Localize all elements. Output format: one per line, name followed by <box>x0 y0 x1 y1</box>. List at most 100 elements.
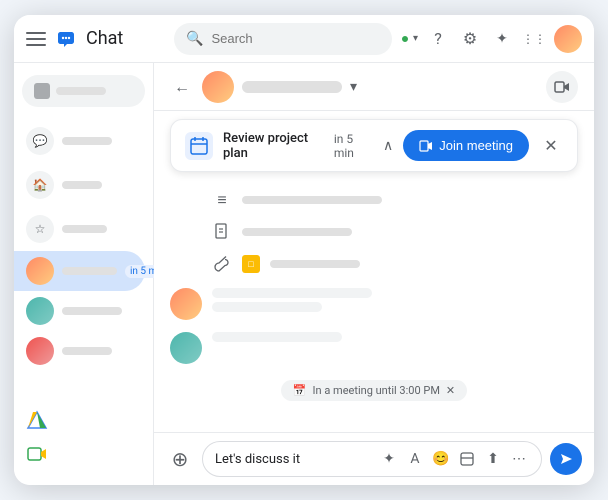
sidebar-item-spaces[interactable]: 🏠 <box>14 163 153 207</box>
top-bar-left: Chat <box>26 27 166 51</box>
upload-icon[interactable]: ⬆ <box>483 449 503 469</box>
chat-area: ← ▾ Review project plan in 5 min <box>154 63 594 485</box>
grid-icon[interactable]: ⋮⋮ <box>522 27 546 51</box>
message-bubble-1b <box>212 302 322 312</box>
file-messages: ≡ □ <box>170 188 578 276</box>
document-icon <box>212 222 232 242</box>
sidebar-avatar-2 <box>26 297 54 325</box>
search-icon: 🔍 <box>186 31 203 47</box>
file-row-2 <box>212 220 578 244</box>
meeting-title: Review project plan <box>223 131 328 161</box>
sidebar: 💬 🏠 ☆ in 5 min ▶ <box>14 63 154 485</box>
meeting-calendar-icon <box>185 132 213 160</box>
message-content-1 <box>212 288 578 312</box>
sidebar-item-active-chat[interactable]: in 5 min ▶ <box>14 251 145 291</box>
more-options-icon[interactable]: ⋯ <box>509 449 529 469</box>
sidebar-chat-label <box>62 137 112 145</box>
send-button[interactable] <box>550 443 582 475</box>
message-input-area: Let's discuss it ✦ A 😊 ⬆ ⋯ <box>202 441 542 477</box>
sidebar-chat-name-2 <box>62 307 122 315</box>
spaces-icon: 🏠 <box>26 171 54 199</box>
help-icon[interactable]: ? <box>426 27 450 51</box>
top-bar: Chat 🔍 ▾ ? ⚙ ✦ ⋮⋮ <box>14 15 594 63</box>
sparkle-icon[interactable]: ✦ <box>490 27 514 51</box>
message-input-text[interactable]: Let's discuss it <box>215 452 371 467</box>
meeting-badge-close[interactable]: ✕ <box>446 384 455 397</box>
chat-header-right <box>546 71 578 103</box>
back-button[interactable]: ← <box>170 75 194 99</box>
drive-icon <box>26 409 48 431</box>
meeting-status-badge: 📅 In a meeting until 3:00 PM ✕ <box>281 380 467 401</box>
user-avatar[interactable] <box>554 25 582 53</box>
sidebar-meet-icon[interactable] <box>26 439 141 469</box>
meeting-text: Review project plan in 5 min <box>223 131 373 161</box>
add-attachment-button[interactable]: ⊕ <box>166 445 194 473</box>
google-chat-logo <box>54 27 78 51</box>
messages-area: ≡ □ <box>154 180 594 432</box>
message-bubble-2a <box>212 332 342 342</box>
sidebar-item-chat-3[interactable] <box>14 331 145 371</box>
message-bubble-1a <box>212 288 372 298</box>
compose-label <box>56 87 106 95</box>
input-bar: ⊕ Let's discuss it ✦ A 😊 ⬆ ⋯ <box>154 432 594 485</box>
status-chevron: ▾ <box>413 33 418 44</box>
chat-header-name <box>242 81 342 93</box>
sidebar-avatar-3 <box>26 337 54 365</box>
file-row-3: □ <box>212 252 578 276</box>
file-bar-1 <box>242 196 382 204</box>
sidebar-item-chat[interactable]: 💬 <box>14 119 153 163</box>
sidebar-bottom-icons <box>14 397 153 477</box>
message-content-2 <box>212 332 578 342</box>
join-meeting-button[interactable]: Join meeting <box>403 130 529 161</box>
expand-icon[interactable]: ∧ <box>383 138 393 154</box>
video-call-button[interactable] <box>546 71 578 103</box>
status-dot <box>400 34 410 44</box>
chat-bubble-icon: 💬 <box>26 127 54 155</box>
meeting-close-button[interactable]: ✕ <box>539 134 563 158</box>
meeting-notification: Review project plan in 5 min ∧ Join meet… <box>170 119 578 172</box>
sparkle-input-icon[interactable]: ✦ <box>379 449 399 469</box>
sidebar-starred-label <box>62 225 107 233</box>
format-text-icon[interactable]: A <box>405 449 425 469</box>
hamburger-menu-icon[interactable] <box>26 32 46 46</box>
compose-icon <box>34 83 50 99</box>
chat-header: ← ▾ <box>154 63 594 111</box>
settings-icon[interactable]: ⚙ <box>458 27 482 51</box>
file-bar-2 <box>242 228 352 236</box>
message-row-2 <box>170 332 578 364</box>
message-row-1 <box>170 288 578 320</box>
sidebar-drive-icon[interactable] <box>26 405 141 435</box>
starred-icon: ☆ <box>26 215 54 243</box>
sidebar-item-starred[interactable]: ☆ <box>14 207 153 251</box>
app-title: Chat <box>86 28 123 49</box>
attach-file-icon[interactable] <box>457 449 477 469</box>
sidebar-chat-name-1 <box>62 267 117 275</box>
file-type-badge: □ <box>242 255 260 273</box>
file-bar-3 <box>270 260 360 268</box>
message-avatar-1 <box>170 288 202 320</box>
list-icon: ≡ <box>212 190 232 210</box>
chat-header-chevron[interactable]: ▾ <box>350 79 357 95</box>
sidebar-chat-name-3 <box>62 347 112 355</box>
sidebar-spaces-label <box>62 181 102 189</box>
input-icons-group: ✦ A 😊 ⬆ ⋯ <box>379 449 529 469</box>
compose-button[interactable] <box>22 75 145 107</box>
emoji-icon[interactable]: 😊 <box>431 449 451 469</box>
sidebar-avatar-1 <box>26 257 54 285</box>
file-row-1: ≡ <box>212 188 578 212</box>
sidebar-item-chat-2[interactable] <box>14 291 145 331</box>
status-indicator[interactable]: ▾ <box>400 33 418 44</box>
paperclip-icon <box>212 254 232 274</box>
meeting-time: in 5 min <box>334 132 373 160</box>
app-window: Chat 🔍 ▾ ? ⚙ ✦ ⋮⋮ 💬 <box>14 15 594 485</box>
message-avatar-2 <box>170 332 202 364</box>
meeting-badge-icon: 📅 <box>293 384 307 397</box>
search-bar[interactable]: 🔍 <box>174 23 392 55</box>
meet-icon <box>26 443 48 465</box>
meeting-badge-text: In a meeting until 3:00 PM <box>313 384 440 397</box>
main-area: 💬 🏠 ☆ in 5 min ▶ <box>14 63 594 485</box>
meeting-status-row: 📅 In a meeting until 3:00 PM ✕ <box>170 376 578 405</box>
chat-header-avatar <box>202 71 234 103</box>
top-bar-right: ▾ ? ⚙ ✦ ⋮⋮ <box>400 25 582 53</box>
search-input[interactable] <box>211 23 380 55</box>
